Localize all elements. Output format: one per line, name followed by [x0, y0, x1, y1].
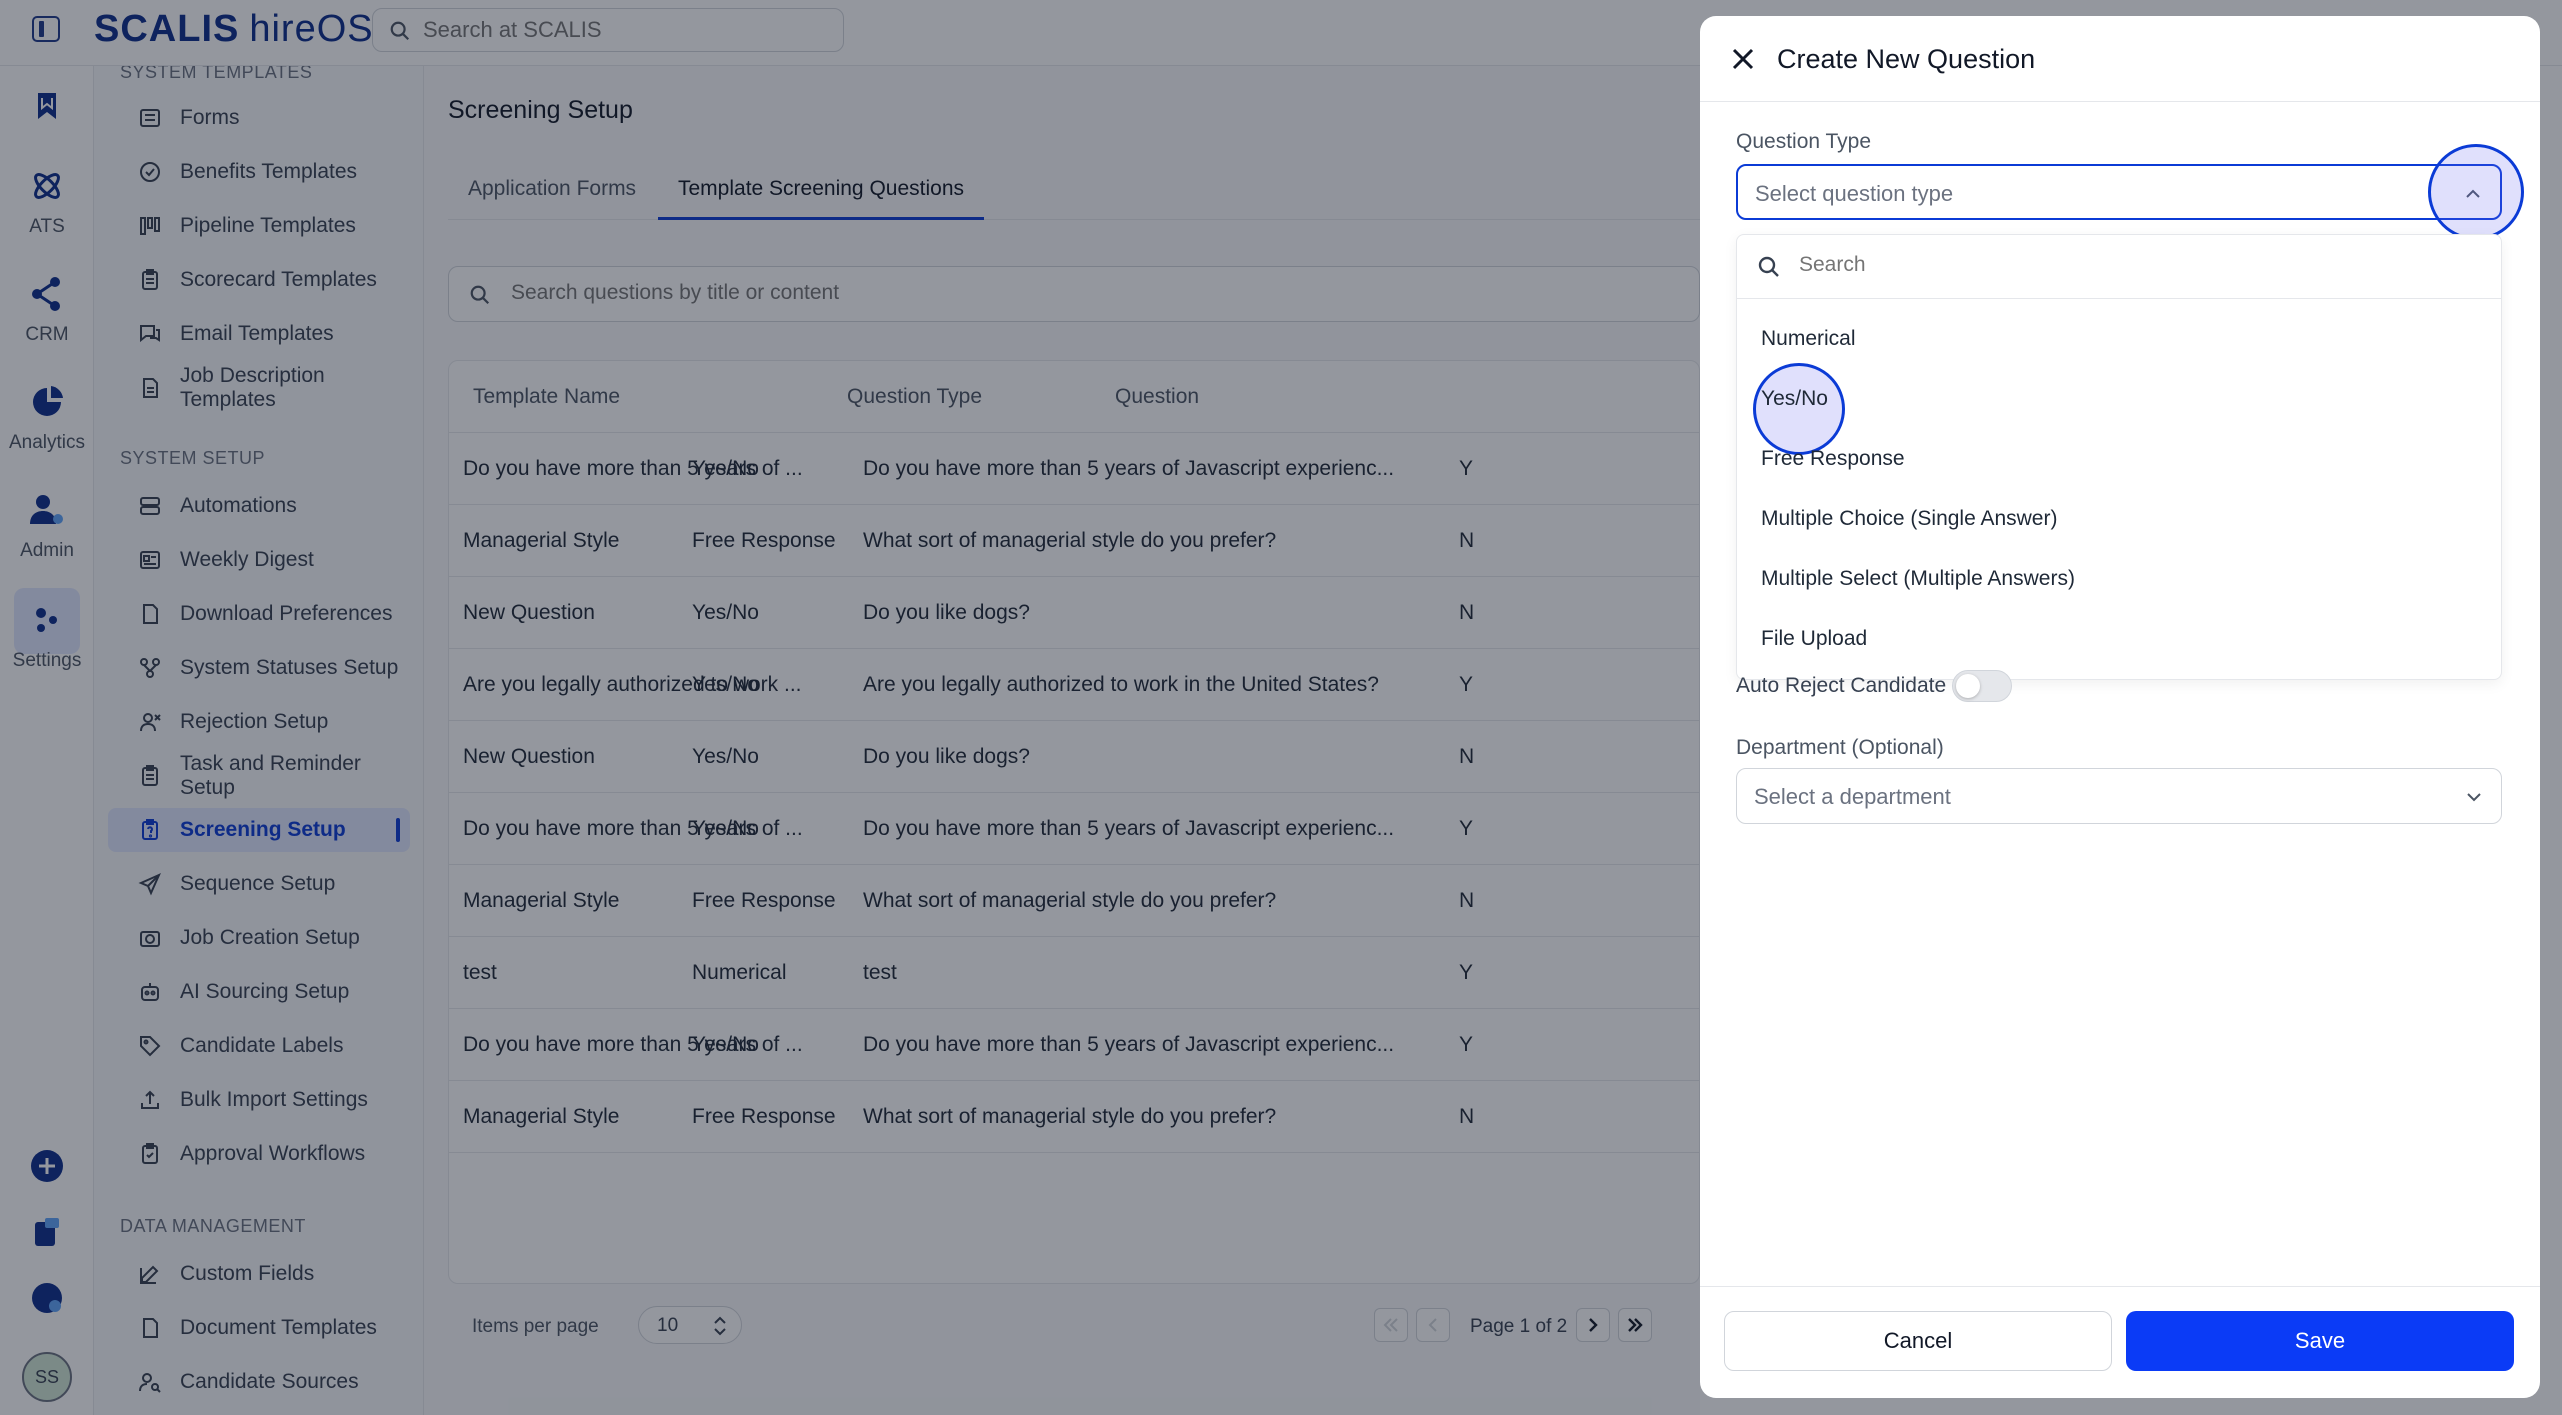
question-type-label: Question Type	[1736, 130, 1872, 153]
chevron-down-icon	[2467, 793, 2481, 802]
option-multiple-choice[interactable]: Multiple Choice (Single Answer)	[1761, 507, 2057, 531]
auto-reject-toggle[interactable]	[1952, 670, 2012, 702]
department-label: Department (Optional)	[1736, 736, 1944, 759]
option-yes-no[interactable]: Yes/No	[1761, 387, 1828, 411]
option-numerical[interactable]: Numerical	[1761, 327, 1856, 351]
save-button[interactable]: Save	[2126, 1311, 2514, 1371]
modal-header: Create New Question	[1700, 16, 2540, 102]
close-icon[interactable]	[1728, 44, 1758, 74]
modal-title: Create New Question	[1777, 44, 2036, 74]
question-type-select[interactable]: Select question type	[1736, 164, 2502, 220]
modal-footer: Cancel Save	[1700, 1286, 2540, 1398]
auto-reject-label: Auto Reject Candidate	[1736, 674, 1947, 697]
click-highlight-ring	[2428, 144, 2524, 240]
dropdown-search-input[interactable]	[1799, 253, 2399, 277]
cancel-button[interactable]: Cancel	[1724, 1311, 2112, 1371]
option-file-upload[interactable]: File Upload	[1761, 627, 1867, 651]
question-type-dropdown: Numerical Yes/No Free Response Multiple …	[1736, 234, 2502, 680]
option-multiple-select[interactable]: Multiple Select (Multiple Answers)	[1761, 567, 2075, 591]
search-icon	[1758, 256, 1779, 277]
department-placeholder: Select a department	[1754, 784, 1951, 809]
create-question-modal: Create New Question Question Type Select…	[1700, 16, 2540, 1398]
department-select[interactable]: Select a department	[1736, 768, 2502, 824]
option-free-response[interactable]: Free Response	[1761, 447, 1905, 471]
question-type-placeholder: Select question type	[1755, 181, 1954, 206]
dropdown-search[interactable]	[1737, 235, 2501, 299]
